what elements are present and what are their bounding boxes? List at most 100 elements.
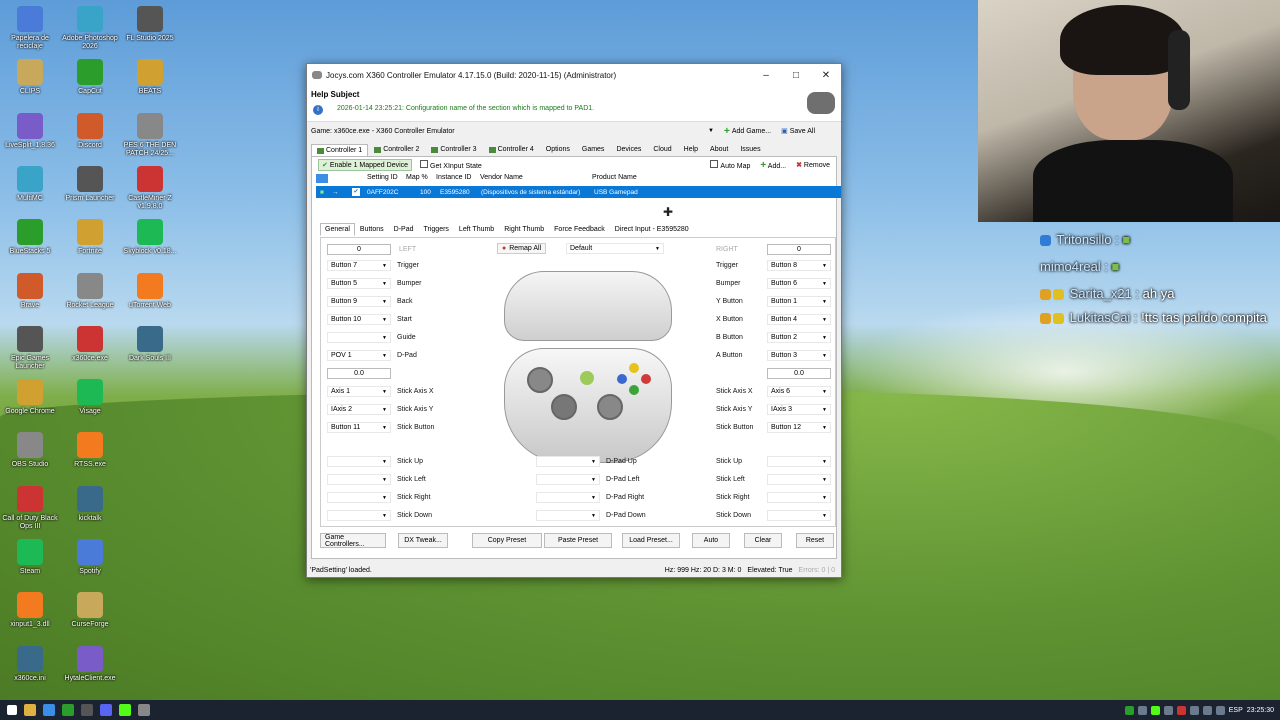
start-icon[interactable]: [7, 705, 17, 715]
left-dir-3-select[interactable]: ▼: [327, 510, 391, 521]
dpad-dir-0-select[interactable]: ▼: [536, 456, 600, 467]
desktop-icon[interactable]: CastleMiner Z v1.9.8.0: [120, 165, 180, 211]
left-axis-1-select[interactable]: IAxis 2 ▼: [327, 404, 391, 415]
desktop-icon[interactable]: CapCut: [60, 59, 120, 96]
tray-icon[interactable]: [1163, 705, 1173, 715]
remove-device-button[interactable]: ✖ Remove: [796, 161, 830, 169]
explorer-icon[interactable]: [24, 704, 36, 716]
left-dir-1-select[interactable]: ▼: [327, 474, 391, 485]
desktop-icon[interactable]: xinput1_3.dll: [0, 592, 60, 629]
dpad-dir-1-select[interactable]: ▼: [536, 474, 600, 485]
right-dir-1-select[interactable]: ▼: [767, 474, 831, 485]
left-axis-2-select[interactable]: Button 11 ▼: [327, 422, 391, 433]
left-deadzone-box[interactable]: 0: [327, 244, 391, 255]
table-row[interactable]: ■ → ✔ 0AFF202C 100 E3595280 (Dispositivo…: [316, 186, 841, 198]
tray-icon[interactable]: [1124, 705, 1134, 715]
desktop-icon[interactable]: Spotify: [60, 539, 120, 576]
desktop-icon[interactable]: Fortnite: [60, 219, 120, 256]
subtab-general[interactable]: General: [320, 223, 355, 236]
subtab-buttons[interactable]: Buttons: [355, 223, 389, 236]
tray-icon[interactable]: [1176, 705, 1186, 715]
left-dir-2-select[interactable]: ▼: [327, 492, 391, 503]
desktop-icon[interactable]: Adobe Photoshop 2026: [60, 6, 120, 51]
add-device-button[interactable]: + Add...: [760, 160, 786, 171]
subtab-d-pad[interactable]: D-Pad: [389, 223, 419, 236]
right-0-select[interactable]: Button 8 ▼: [767, 260, 831, 271]
tray-icon[interactable]: [1137, 705, 1147, 715]
maximize-button[interactable]: □: [781, 70, 811, 81]
desktop-icon[interactable]: Steam: [0, 539, 60, 576]
grid-header-cell[interactable]: Vendor Name: [480, 174, 523, 181]
add-game-button[interactable]: + Add Game...: [724, 126, 771, 137]
desktop-icon[interactable]: kicktalk: [60, 485, 120, 523]
desktop-icon[interactable]: LiveSplit_1.8.36: [0, 112, 60, 150]
right-dir-0-select[interactable]: ▼: [767, 456, 831, 467]
tab-options[interactable]: Options: [540, 143, 576, 156]
language-indicator[interactable]: ESP: [1229, 707, 1243, 714]
desktop-icon[interactable]: x360ce.ini: [0, 645, 60, 683]
desktop-icon[interactable]: FL Studio 2025: [120, 6, 180, 43]
grid-header-cell[interactable]: Map %: [406, 174, 428, 181]
subtab-direct-input-e3595280[interactable]: Direct Input - E3595280: [610, 223, 694, 236]
reset-button[interactable]: Reset: [796, 533, 834, 548]
right-dir-3-select[interactable]: ▼: [767, 510, 831, 521]
right-3-select[interactable]: Button 4 ▼: [767, 314, 831, 325]
row-checkbox[interactable]: ✔: [352, 188, 360, 196]
tab-controller-4[interactable]: Controller 4: [483, 143, 540, 156]
subtab-force-feedback[interactable]: Force Feedback: [549, 223, 610, 236]
desktop-icon[interactable]: uTorrent Web: [120, 272, 180, 310]
game-controllers-button[interactable]: Game Controllers...: [320, 533, 386, 548]
desktop-icon[interactable]: Brave: [0, 272, 60, 310]
game-select[interactable]: x360ce.exe - X360 Controller Emulator ▼: [334, 125, 714, 137]
left-1-select[interactable]: Button 5 ▼: [327, 278, 391, 289]
left-5-select[interactable]: POV 1 ▼: [327, 350, 391, 361]
obs-icon[interactable]: [81, 704, 93, 716]
left-3-select[interactable]: Button 10 ▼: [327, 314, 391, 325]
desktop-icon[interactable]: Discord: [60, 112, 120, 150]
get-xinput-checkbox[interactable]: Get XInput State: [420, 160, 482, 170]
dx-tweak-button[interactable]: DX Tweak...: [398, 533, 448, 548]
grid-header-cell[interactable]: Setting ID: [367, 174, 398, 181]
minimize-button[interactable]: –: [751, 70, 781, 81]
dpad-dir-2-select[interactable]: ▼: [536, 492, 600, 503]
remap-all-button[interactable]: ● Remap All: [497, 243, 547, 254]
enable-mapped-button[interactable]: ✔ Enable 1 Mapped Device: [318, 159, 413, 171]
desktop-icon[interactable]: Prism Launcher: [60, 165, 120, 203]
desktop-icon[interactable]: RTSS.exe: [60, 432, 120, 469]
grid-header-cell[interactable]: Instance ID: [436, 174, 471, 181]
grid-header-cell[interactable]: Product Name: [592, 174, 637, 181]
right-axis-1-select[interactable]: IAxis 3 ▼: [767, 404, 831, 415]
desktop-icon[interactable]: x360ce.exe: [60, 325, 120, 363]
tab-cloud[interactable]: Cloud: [647, 143, 677, 156]
copy-preset-button[interactable]: Copy Preset: [472, 533, 542, 548]
desktop-icon[interactable]: MultiMC: [0, 165, 60, 203]
right-4-select[interactable]: Button 2 ▼: [767, 332, 831, 343]
tab-help[interactable]: Help: [678, 143, 704, 156]
auto-button[interactable]: Auto: [692, 533, 730, 548]
kick-icon[interactable]: [119, 704, 131, 716]
clock[interactable]: 23:25:30: [1247, 707, 1274, 714]
save-all-button[interactable]: ▣ Save All: [781, 127, 815, 136]
desktop-icon[interactable]: Call of Duty Black Ops III: [0, 485, 60, 531]
tab-games[interactable]: Games: [576, 143, 611, 156]
desktop-icon[interactable]: Skyblock v0.18...: [120, 219, 180, 256]
left-2-select[interactable]: Button 9 ▼: [327, 296, 391, 307]
tab-issues[interactable]: Issues: [734, 143, 766, 156]
desktop-icon[interactable]: CurseForge: [60, 592, 120, 629]
desktop-icon[interactable]: PES 6 THE DEN PATCH 24/25...: [120, 112, 180, 158]
right-axis-2-select[interactable]: Button 12 ▼: [767, 422, 831, 433]
chrome-icon[interactable]: [62, 704, 74, 716]
tab-controller-1[interactable]: Controller 1: [311, 144, 369, 156]
desktop-icon[interactable]: Papelera de reciclaje: [0, 6, 60, 51]
desktop-icon[interactable]: Visage: [60, 379, 120, 416]
right-5-select[interactable]: Button 3 ▼: [767, 350, 831, 361]
left-axis-0-select[interactable]: Axis 1 ▼: [327, 386, 391, 397]
desktop-icon[interactable]: Dark Souls III: [120, 325, 180, 363]
desktop-icon[interactable]: OBS Studio: [0, 432, 60, 469]
volume-icon[interactable]: [1215, 705, 1225, 715]
discord-icon[interactable]: [100, 704, 112, 716]
desktop-icon[interactable]: Rocket League: [60, 272, 120, 310]
load-preset-button[interactable]: Load Preset...: [622, 533, 680, 548]
tab-controller-3[interactable]: Controller 3: [425, 143, 482, 156]
subtab-left-thumb[interactable]: Left Thumb: [454, 223, 499, 236]
